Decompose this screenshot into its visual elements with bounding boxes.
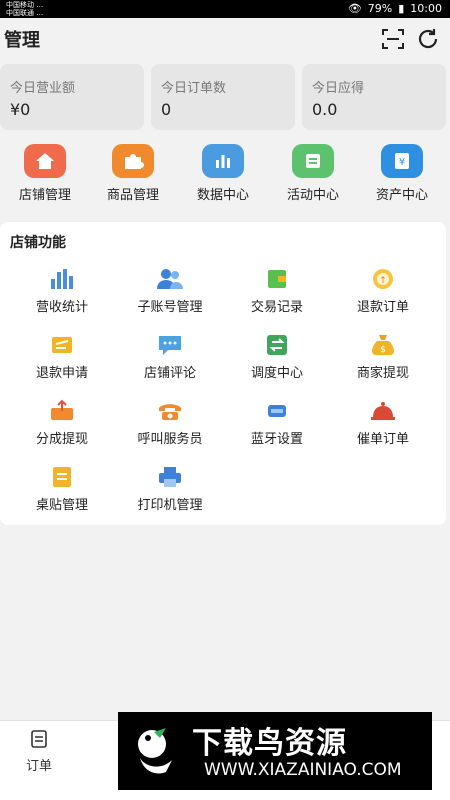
refresh-icon[interactable] (416, 27, 440, 51)
func-printer-management[interactable]: 打印机管理 (115, 464, 225, 514)
home-icon (24, 144, 66, 178)
scan-icon[interactable] (381, 27, 405, 51)
stat-label: 今日营业额 (10, 81, 76, 96)
quick-link-label: 店铺管理 (18, 188, 71, 203)
func-share-withdraw[interactable]: 分成提现 (7, 398, 117, 448)
battery-icon: ▮ (398, 2, 405, 15)
func-refund-apply[interactable]: 退款申请 (7, 332, 117, 382)
func-label: 桌贴管理 (35, 498, 88, 513)
watermark-url: WWW.XIAZAINIAO.COM (204, 760, 402, 780)
comment-icon (155, 332, 185, 358)
func-store-comments[interactable]: 店铺评论 (115, 332, 225, 382)
func-refund-orders[interactable]: ↑ 退款订单 (328, 266, 438, 316)
refund-order-icon: ↑ (368, 266, 398, 292)
stat-card-earnings[interactable]: 今日应得 0.0 (302, 64, 446, 130)
quick-link-label: 资产中心 (375, 188, 428, 203)
func-label: 营收统计 (35, 300, 88, 315)
stat-card-revenue[interactable]: 今日营业额 ¥0 (0, 64, 144, 130)
func-label: 退款申请 (35, 366, 88, 381)
func-label: 退款订单 (356, 300, 409, 315)
func-bluetooth-settings[interactable]: 蓝牙设置 (222, 398, 332, 448)
svg-text:$: $ (380, 345, 386, 355)
func-label: 蓝牙设置 (250, 432, 303, 447)
quick-link-assets[interactable]: ¥ 资产中心 (362, 142, 442, 203)
money-bag-icon: $ (368, 332, 398, 358)
puzzle-icon (112, 144, 154, 178)
clock: 10:00 (410, 2, 442, 15)
quick-link-store[interactable]: 店铺管理 (5, 142, 85, 203)
carrier-2: 中国联通 … (6, 9, 44, 17)
printer-icon (155, 464, 185, 490)
func-sub-accounts[interactable]: 子账号管理 (115, 266, 225, 316)
refund-apply-icon (47, 332, 77, 358)
stat-value: 0.0 (312, 100, 338, 119)
quick-link-label: 商品管理 (106, 188, 159, 203)
quick-link-products[interactable]: 商品管理 (93, 142, 173, 203)
quick-link-activity[interactable]: 活动中心 (273, 142, 353, 203)
watermark-banner: 下载鸟资源 WWW.XIAZAINIAO.COM (118, 712, 432, 790)
stat-card-orders[interactable]: 今日订单数 0 (151, 64, 295, 130)
func-dispatch-center[interactable]: 调度中心 (222, 332, 332, 382)
store-functions-panel: 店铺功能 营收统计 子账号管理 交易记录 ↑ 退款订单 退款申请 店铺评论 调度… (0, 222, 446, 525)
func-label: 店铺评论 (143, 366, 196, 381)
page-title: 管理 (4, 30, 40, 51)
func-merchant-withdraw[interactable]: $ 商家提现 (328, 332, 438, 382)
share-withdraw-icon (47, 398, 77, 424)
carrier-1: 中国移动 … (6, 1, 44, 9)
tab-orders[interactable]: 订单 (14, 729, 64, 774)
func-label: 分成提现 (35, 432, 88, 447)
stat-value: 0 (161, 100, 172, 119)
status-indicators: 👁 79% ▮ 10:00 (348, 2, 442, 15)
svg-text:¥: ¥ (399, 157, 405, 168)
bell-icon (368, 398, 398, 424)
stat-label: 今日应得 (312, 81, 365, 96)
eye-icon: 👁 (347, 2, 362, 15)
quick-link-label: 数据中心 (196, 188, 249, 203)
transaction-icon (262, 266, 292, 292)
bluetooth-icon (262, 398, 292, 424)
activity-icon (292, 144, 334, 178)
panel-title: 店铺功能 (10, 235, 66, 251)
bar-chart-icon (202, 144, 244, 178)
func-table-stickers[interactable]: 桌贴管理 (7, 464, 117, 514)
table-sticker-icon (47, 464, 77, 490)
func-call-waiter[interactable]: 呼叫服务员 (115, 398, 225, 448)
func-urge-orders[interactable]: 催单订单 (328, 398, 438, 448)
order-list-icon (31, 730, 47, 748)
func-label: 打印机管理 (137, 498, 203, 513)
tab-label: 订单 (25, 759, 52, 774)
dispatch-icon (262, 332, 292, 358)
wallet-icon: ¥ (381, 144, 423, 178)
revenue-chart-icon (47, 266, 77, 292)
quick-link-data[interactable]: 数据中心 (183, 142, 263, 203)
watermark-title: 下载鸟资源 (192, 726, 347, 761)
func-label: 催单订单 (356, 432, 409, 447)
func-label: 商家提现 (356, 366, 409, 381)
func-label: 呼叫服务员 (137, 432, 203, 447)
header: 管理 (0, 18, 450, 60)
phone-icon (155, 398, 185, 424)
func-revenue-stats[interactable]: 营收统计 (7, 266, 117, 316)
stat-value: ¥0 (10, 100, 31, 119)
func-label: 调度中心 (250, 366, 303, 381)
func-label: 交易记录 (250, 300, 303, 315)
svg-text:↑: ↑ (379, 276, 387, 286)
func-label: 子账号管理 (137, 300, 203, 315)
stat-label: 今日订单数 (161, 81, 227, 96)
status-bar: 中国移动 … 中国联通 … 👁 79% ▮ 10:00 (0, 0, 450, 18)
func-transactions[interactable]: 交易记录 (222, 266, 332, 316)
carrier-info: 中国移动 … 中国联通 … (6, 1, 43, 17)
bird-logo-icon (138, 728, 172, 774)
users-icon (155, 266, 185, 292)
quick-link-label: 活动中心 (286, 188, 339, 203)
battery-level: 79% (367, 2, 393, 15)
